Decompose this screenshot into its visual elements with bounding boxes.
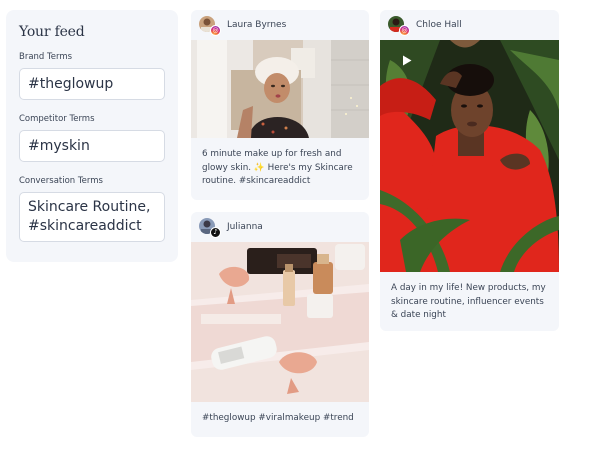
post-header: ◎ Chloe Hall — [380, 10, 559, 40]
conversation-terms-label: Conversation Terms — [19, 176, 103, 186]
conversation-terms-line: #skincareaddict — [28, 218, 142, 234]
brand-terms-label: Brand Terms — [19, 52, 73, 62]
post-caption: A day in my life! New products, my skinc… — [391, 283, 546, 320]
conversation-terms-line: Skincare Routine, — [28, 199, 151, 215]
instagram-icon: ◎ — [399, 25, 410, 36]
post-username: Chloe Hall — [416, 20, 462, 30]
feed-settings-panel: Your feed Brand Terms #theglowup Competi… — [6, 10, 178, 262]
post-caption: 6 minute make up for fresh and glowy ski… — [202, 149, 353, 186]
post-card[interactable]: ◎ Laura Byrnes 6 minute make up for fres… — [191, 10, 369, 200]
avatar: ◎ — [199, 16, 221, 36]
post-image[interactable] — [191, 242, 369, 402]
post-card[interactable]: ♪ Julianna #theglowup #viralmakeup #tren… — [191, 212, 369, 437]
post-header: ◎ Laura Byrnes — [191, 10, 369, 40]
post-video[interactable] — [380, 40, 559, 272]
post-header: ♪ Julianna — [191, 212, 369, 242]
avatar: ♪ — [199, 218, 221, 238]
play-icon[interactable] — [402, 55, 412, 66]
avatar: ◎ — [388, 16, 410, 36]
post-caption: #theglowup #viralmakeup #trend — [202, 413, 354, 423]
feed-title: Your feed — [19, 24, 85, 40]
competitor-terms-input[interactable]: #myskin — [19, 130, 165, 162]
post-image[interactable] — [191, 40, 369, 138]
tiktok-icon: ♪ — [210, 227, 221, 238]
conversation-terms-input[interactable]: Skincare Routine, #skincareaddict — [19, 192, 165, 242]
post-card[interactable]: ◎ Chloe Hall A day in my life! New produ… — [380, 10, 559, 331]
post-username: Laura Byrnes — [227, 20, 287, 30]
brand-terms-input[interactable]: #theglowup — [19, 68, 165, 100]
instagram-icon: ◎ — [210, 25, 221, 36]
competitor-terms-label: Competitor Terms — [19, 114, 95, 124]
post-username: Julianna — [227, 222, 263, 232]
